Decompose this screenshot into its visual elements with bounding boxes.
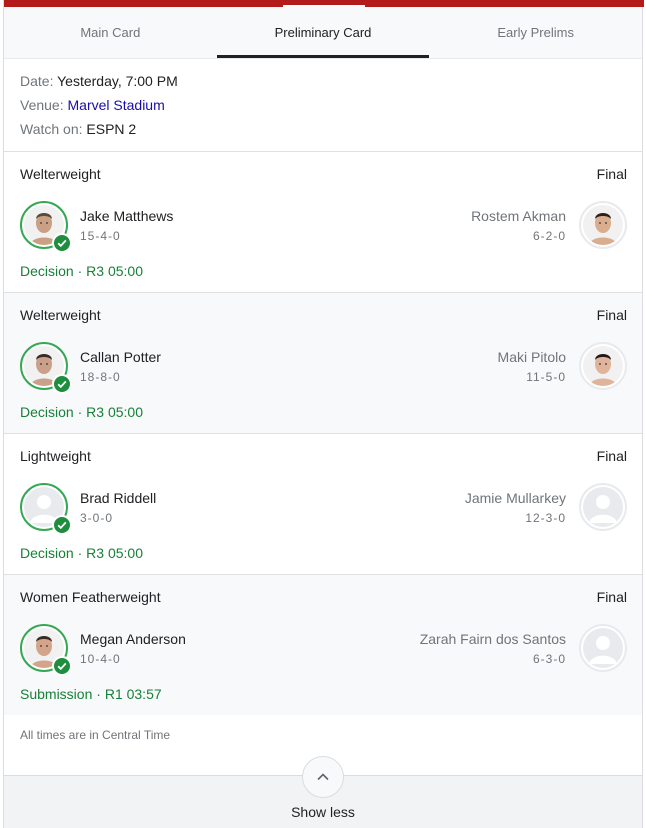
loser-avatar (579, 201, 627, 249)
bout-result: Decision · R3 05:00 (20, 263, 143, 279)
result-method: Decision (20, 404, 74, 420)
bout-division: Welterweight (20, 307, 101, 323)
result-method: Decision (20, 545, 74, 561)
loser-photo (583, 346, 623, 386)
loser-record: 11-5-0 (526, 370, 566, 384)
bout-row[interactable]: Welterweight Final Jake Matthews 15-4-0 Rost… (4, 151, 642, 292)
winner-record: 18-8-0 (80, 370, 121, 384)
winner-name: Jake Matthews (80, 208, 174, 224)
collapse-button[interactable] (302, 756, 344, 798)
loser-avatar (579, 342, 627, 390)
chevron-up-icon (317, 773, 329, 781)
bout-result: Submission · R1 03:57 (20, 686, 162, 702)
loser-record: 6-3-0 (532, 652, 566, 666)
result-detail: R1 03:57 (104, 686, 162, 702)
tab-main-card[interactable]: Main Card (4, 7, 217, 58)
event-date-row: Date: Yesterday, 7:00 PM (20, 69, 178, 93)
winner-avatar (20, 483, 72, 535)
bout-division: Women Featherweight (20, 589, 161, 605)
loser-photo (583, 628, 623, 668)
tab-label: Preliminary Card (274, 25, 372, 40)
winner-avatar (20, 624, 72, 676)
result-separator: · (73, 404, 87, 420)
loser-avatar (579, 483, 627, 531)
event-date-label: Date: (20, 73, 54, 89)
winner-record: 10-4-0 (80, 652, 121, 666)
loser-name: Zarah Fairn dos Santos (419, 631, 566, 647)
bout-result: Decision · R3 05:00 (20, 404, 143, 420)
result-detail: R3 05:00 (86, 263, 143, 279)
result-separator: · (73, 545, 87, 561)
event-venue-label: Venue: (20, 97, 64, 113)
result-method: Submission (20, 686, 93, 702)
winner-avatar (20, 201, 72, 253)
bout-status: Final (596, 448, 627, 464)
winner-avatar (20, 342, 72, 394)
loser-avatar (579, 624, 627, 672)
fighter-photo (583, 346, 623, 386)
check-icon (52, 656, 72, 676)
winner-record: 15-4-0 (80, 229, 121, 243)
check-icon (52, 374, 72, 394)
bout-row[interactable]: Lightweight Final Brad Riddell 3-0-0 Jamie M… (4, 433, 642, 574)
event-watch-value: ESPN 2 (86, 121, 137, 137)
winner-name: Brad Riddell (80, 490, 157, 506)
event-venue-link[interactable]: Marvel Stadium (68, 97, 165, 113)
bout-result: Decision · R3 05:00 (20, 545, 143, 561)
fighter-photo (583, 205, 623, 245)
winner-record: 3-0-0 (80, 511, 114, 525)
result-detail: R3 05:00 (86, 545, 143, 561)
result-method: Decision (20, 263, 74, 279)
bout-row[interactable]: Women Featherweight Final Megan Anderson 10… (4, 574, 642, 715)
result-detail: R3 05:00 (86, 404, 143, 420)
event-date-value: Yesterday, 7:00 PM (57, 73, 178, 89)
winner-name: Callan Potter (80, 349, 161, 365)
bout-division: Lightweight (20, 448, 91, 464)
event-watch-row: Watch on: ESPN 2 (20, 117, 178, 141)
bout-row[interactable]: Welterweight Final Callan Potter 18-8-0 Maki… (4, 292, 642, 433)
tab-label: Main Card (80, 25, 141, 40)
check-icon (52, 233, 72, 253)
tab-label: Early Prelims (497, 25, 574, 40)
loser-name: Jamie Mullarkey (464, 490, 566, 506)
loser-name: Rostem Akman (471, 208, 566, 224)
event-venue-row: Venue: Marvel Stadium (20, 93, 178, 117)
bout-status: Final (596, 166, 627, 182)
bout-status: Final (596, 589, 627, 605)
results-card: Main Card Preliminary Card Early Prelims… (3, 0, 644, 828)
result-separator: · (73, 263, 87, 279)
tab-early-prelims[interactable]: Early Prelims (429, 7, 642, 58)
tab-preliminary-card[interactable]: Preliminary Card (216, 7, 430, 58)
loser-photo (583, 487, 623, 527)
winner-name: Megan Anderson (80, 631, 186, 647)
event-watch-label: Watch on: (20, 121, 83, 137)
person-placeholder-icon (583, 487, 623, 527)
loser-photo (583, 205, 623, 245)
event-info: Date: Yesterday, 7:00 PM Venue: Marvel S… (20, 69, 178, 141)
person-placeholder-icon (583, 628, 623, 668)
loser-record: 12-3-0 (525, 511, 566, 525)
timezone-note: All times are in Central Time (20, 728, 171, 742)
loser-name: Maki Pitolo (497, 349, 566, 365)
show-less-label[interactable]: Show less (4, 804, 642, 820)
result-separator: · (92, 686, 105, 702)
loser-record: 6-2-0 (532, 229, 566, 243)
card-tabs: Main Card Preliminary Card Early Prelims (4, 7, 642, 59)
bout-status: Final (596, 307, 627, 323)
check-icon (52, 515, 72, 535)
bout-division: Welterweight (20, 166, 101, 182)
